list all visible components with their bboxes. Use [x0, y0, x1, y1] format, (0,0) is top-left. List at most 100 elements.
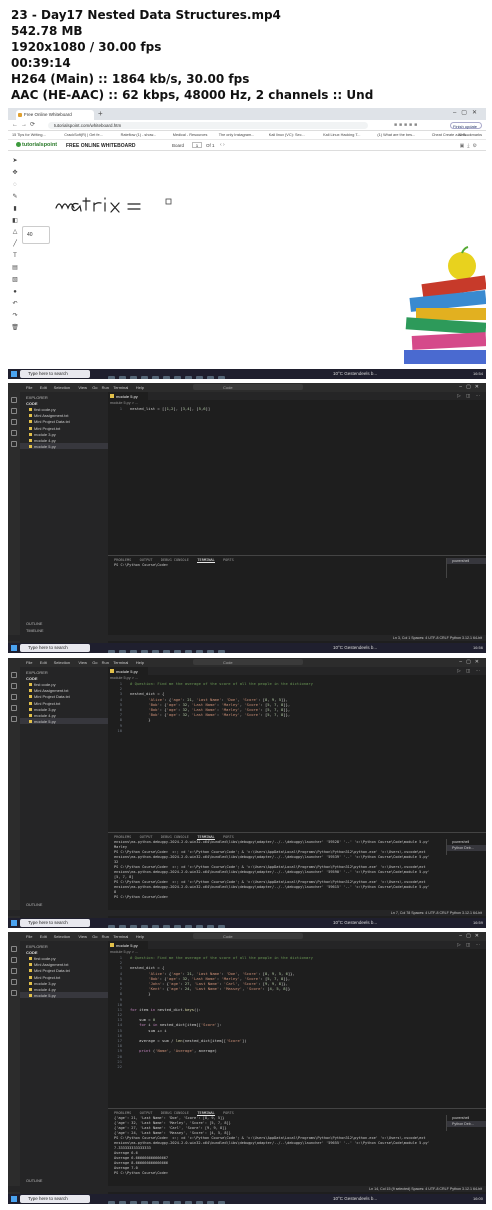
page-input[interactable]: 1 — [192, 142, 202, 148]
bookmark-item[interactable]: The only Instagram... — [219, 133, 255, 137]
file-item[interactable]: module 5.py — [20, 443, 108, 450]
weather-widget[interactable]: 10°C Gestendeels b... — [333, 920, 377, 925]
search-icon[interactable] — [11, 408, 17, 414]
bookmark-item[interactable]: (1) What are the bes... — [377, 133, 415, 137]
menu-item[interactable]: Edit — [40, 660, 47, 665]
clock[interactable]: 16:00 — [473, 1196, 483, 1201]
source-control-icon[interactable] — [11, 694, 17, 700]
url-field[interactable]: tutorialspoint.com/whiteboard.htm — [48, 122, 368, 129]
bookmark-item[interactable]: Rateflow (1) - show... — [121, 133, 157, 137]
outline-section[interactable]: OUTLINE — [26, 1179, 42, 1183]
code-editor[interactable]: 1 # Question: Find me the average of the … — [108, 955, 486, 1069]
weather-widget[interactable]: 10°C Gestendeels b... — [333, 645, 377, 650]
clock[interactable]: 16:59 — [473, 920, 483, 925]
tab-module-5[interactable]: module 5.py — [108, 392, 148, 400]
code-line[interactable]: 10 — [108, 728, 486, 733]
menu-item[interactable]: Go — [92, 385, 97, 390]
menu-item[interactable]: Help — [136, 385, 144, 390]
code-editor[interactable]: 1 # Question: Find me the average of the … — [108, 681, 486, 733]
tutorialspoint-logo[interactable]: tutorialspoint — [16, 142, 57, 149]
menu-item[interactable]: Help — [136, 660, 144, 665]
terminal-tab[interactable]: DEBUG CONSOLE — [161, 558, 189, 562]
lasso-tool-icon[interactable]: ◌ — [10, 180, 20, 192]
menu-item[interactable]: Help — [136, 934, 144, 939]
command-center[interactable]: Code — [193, 384, 303, 390]
menu-item[interactable]: Edit — [40, 385, 47, 390]
code-editor[interactable]: 1 nested_list = [[1,2], [3,4], [5,6]] — [108, 406, 486, 411]
windows-start-icon[interactable] — [11, 920, 17, 926]
terminal-tab[interactable]: PORTS — [223, 558, 234, 562]
status-info[interactable]: Ln 14, Col 15 (9 selected) Spaces: 4 UTF… — [369, 1187, 482, 1191]
page-nav-arrows[interactable]: ‹ › — [220, 142, 225, 148]
select-tool-icon[interactable]: ➤ — [10, 156, 20, 168]
taskbar-search[interactable]: Type here to search — [20, 919, 90, 927]
extensions-icon[interactable] — [11, 716, 17, 722]
window-controls[interactable]: –▢✕ — [459, 933, 483, 939]
bookmark-item[interactable]: Medical - Resources — [173, 133, 208, 137]
terminal-tab[interactable]: PROBLEMS — [114, 835, 131, 839]
bookmark-item[interactable]: Kali Linux Hacking T... — [323, 133, 360, 137]
undo-icon[interactable]: ↶ — [10, 299, 20, 311]
command-center[interactable]: Code — [193, 933, 303, 939]
menu-item[interactable]: Run — [102, 660, 109, 665]
highlighter-icon[interactable]: ▮ — [10, 204, 20, 216]
menu-item[interactable]: Selection — [54, 385, 70, 390]
tab-module-5[interactable]: module 5.py — [108, 667, 148, 675]
windows-start-icon[interactable] — [11, 371, 17, 377]
finish-update-button[interactable]: Finish update — [450, 122, 482, 129]
bookmark-item[interactable]: Kali linux (VC): Sec... — [269, 133, 305, 137]
menu-item[interactable]: View — [78, 385, 87, 390]
source-control-icon[interactable] — [11, 968, 17, 974]
terminal-tab[interactable]: TERMINAL — [197, 1111, 215, 1116]
terminal-tab[interactable]: OUTPUT — [140, 558, 153, 562]
file-item[interactable]: module 5.py — [20, 718, 108, 725]
terminal-output[interactable]: ensions\ms-python.debugpy-2024.2.0-win32… — [108, 840, 486, 900]
terminal-tab[interactable]: DEBUG CONSOLE — [161, 835, 189, 839]
taskbar-apps[interactable] — [108, 644, 288, 653]
clock[interactable]: 16:54 — [473, 371, 483, 376]
status-info[interactable]: Ln 3, Col 1 Spaces: 4 UTF-8 CRLF Python … — [393, 636, 482, 640]
bookmark-item[interactable]: CrackSoft(R) | Get fe... — [64, 133, 103, 137]
menu-item[interactable]: Terminal — [113, 660, 128, 665]
menu-item[interactable]: File — [26, 934, 32, 939]
windows-start-icon[interactable] — [11, 645, 17, 651]
run-icon[interactable]: ▷ ◫ ⋯ — [457, 393, 482, 399]
menu-item[interactable]: View — [78, 934, 87, 939]
outline-section[interactable]: OUTLINE — [26, 622, 42, 626]
new-tab-button[interactable]: + — [98, 109, 103, 118]
search-icon[interactable] — [11, 957, 17, 963]
menu-item[interactable]: Go — [92, 934, 97, 939]
line-icon[interactable]: ╱ — [10, 239, 20, 251]
menu-item[interactable]: File — [26, 660, 32, 665]
run-icon[interactable]: ▷ ◫ ⋯ — [457, 942, 482, 948]
move-tool-icon[interactable]: ✥ — [10, 168, 20, 180]
window-controls[interactable]: –▢✕ — [459, 659, 483, 665]
taskbar-search[interactable]: Type here to search — [20, 644, 90, 652]
taskbar-search[interactable]: Type here to search — [20, 370, 90, 378]
menu-item[interactable]: Terminal — [113, 385, 128, 390]
taskbar-apps[interactable] — [108, 1195, 288, 1204]
command-center[interactable]: Code — [193, 659, 303, 665]
terminal-tab[interactable]: DEBUG CONSOLE — [161, 1111, 189, 1115]
terminal-tab[interactable]: TERMINAL — [197, 835, 215, 840]
shell-python-debug[interactable]: Python Deb... — [447, 1121, 486, 1127]
window-controls[interactable]: –▢✕ — [459, 384, 483, 390]
pen-tool-icon[interactable]: ✎ — [10, 192, 20, 204]
terminal-tab[interactable]: PORTS — [223, 835, 234, 839]
terminal-tab[interactable]: OUTPUT — [140, 1111, 153, 1115]
run-icon[interactable]: ▷ ◫ ⋯ — [457, 668, 482, 674]
menu-item[interactable]: Terminal — [113, 934, 128, 939]
weather-widget[interactable]: 10°C Gestendeels b... — [333, 1196, 377, 1201]
terminal-tab[interactable]: OUTPUT — [140, 835, 153, 839]
extensions-icon[interactable] — [11, 441, 17, 447]
image-icon[interactable]: ▤ — [10, 263, 20, 275]
extensions-icon[interactable] — [11, 990, 17, 996]
menu-item[interactable]: Go — [92, 660, 97, 665]
run-debug-icon[interactable] — [11, 705, 17, 711]
browser-tab[interactable]: Free Online Whiteboard — [16, 110, 94, 120]
terminal-output[interactable]: PS C:\Python Course\Code> — [108, 563, 486, 568]
clock[interactable]: 16:56 — [473, 645, 483, 650]
menu-item[interactable]: Run — [102, 934, 109, 939]
menu-item[interactable]: Selection — [54, 660, 70, 665]
toolbar-right-icons[interactable]: ▣⤓⚙ — [460, 143, 480, 149]
